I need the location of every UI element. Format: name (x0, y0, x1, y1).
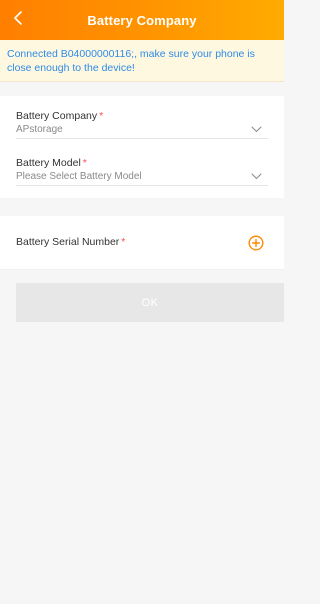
battery-model-field: Battery Model * Please Select Battery Mod… (16, 157, 268, 186)
battery-company-label: Battery Company * (16, 110, 268, 122)
chevron-left-icon (14, 11, 22, 25)
app-screen: Battery Company Connected B04000000116;,… (0, 0, 284, 604)
battery-serial-label-text: Battery Serial Number (16, 236, 120, 248)
add-serial-button[interactable] (246, 233, 266, 253)
battery-selection-card: Battery Company * APstorage Battery Model… (0, 96, 284, 198)
battery-company-select[interactable]: APstorage (16, 123, 268, 139)
connection-banner: Connected B04000000116;, make sure your … (0, 40, 284, 82)
battery-company-value: APstorage (16, 123, 63, 135)
chevron-down-icon (248, 123, 264, 135)
battery-model-select[interactable]: Please Select Battery Model (16, 170, 268, 186)
chevron-down-icon (248, 170, 264, 182)
ok-button[interactable]: OK (16, 283, 284, 322)
page-title: Battery Company (87, 12, 197, 28)
battery-model-label-text: Battery Model (16, 157, 81, 169)
back-button[interactable] (6, 6, 30, 30)
battery-company-label-text: Battery Company (16, 110, 98, 122)
battery-model-label: Battery Model * (16, 157, 268, 169)
required-mark: * (121, 236, 126, 248)
battery-company-field: Battery Company * APstorage (16, 110, 268, 139)
required-mark: * (99, 110, 104, 122)
battery-model-placeholder: Please Select Battery Model (16, 170, 142, 182)
battery-serial-row: Battery Serial Number * (0, 216, 284, 270)
top-bar: Battery Company (0, 0, 284, 40)
required-mark: * (82, 157, 87, 169)
plus-circle-icon (248, 234, 264, 251)
battery-serial-label: Battery Serial Number * (16, 236, 125, 248)
